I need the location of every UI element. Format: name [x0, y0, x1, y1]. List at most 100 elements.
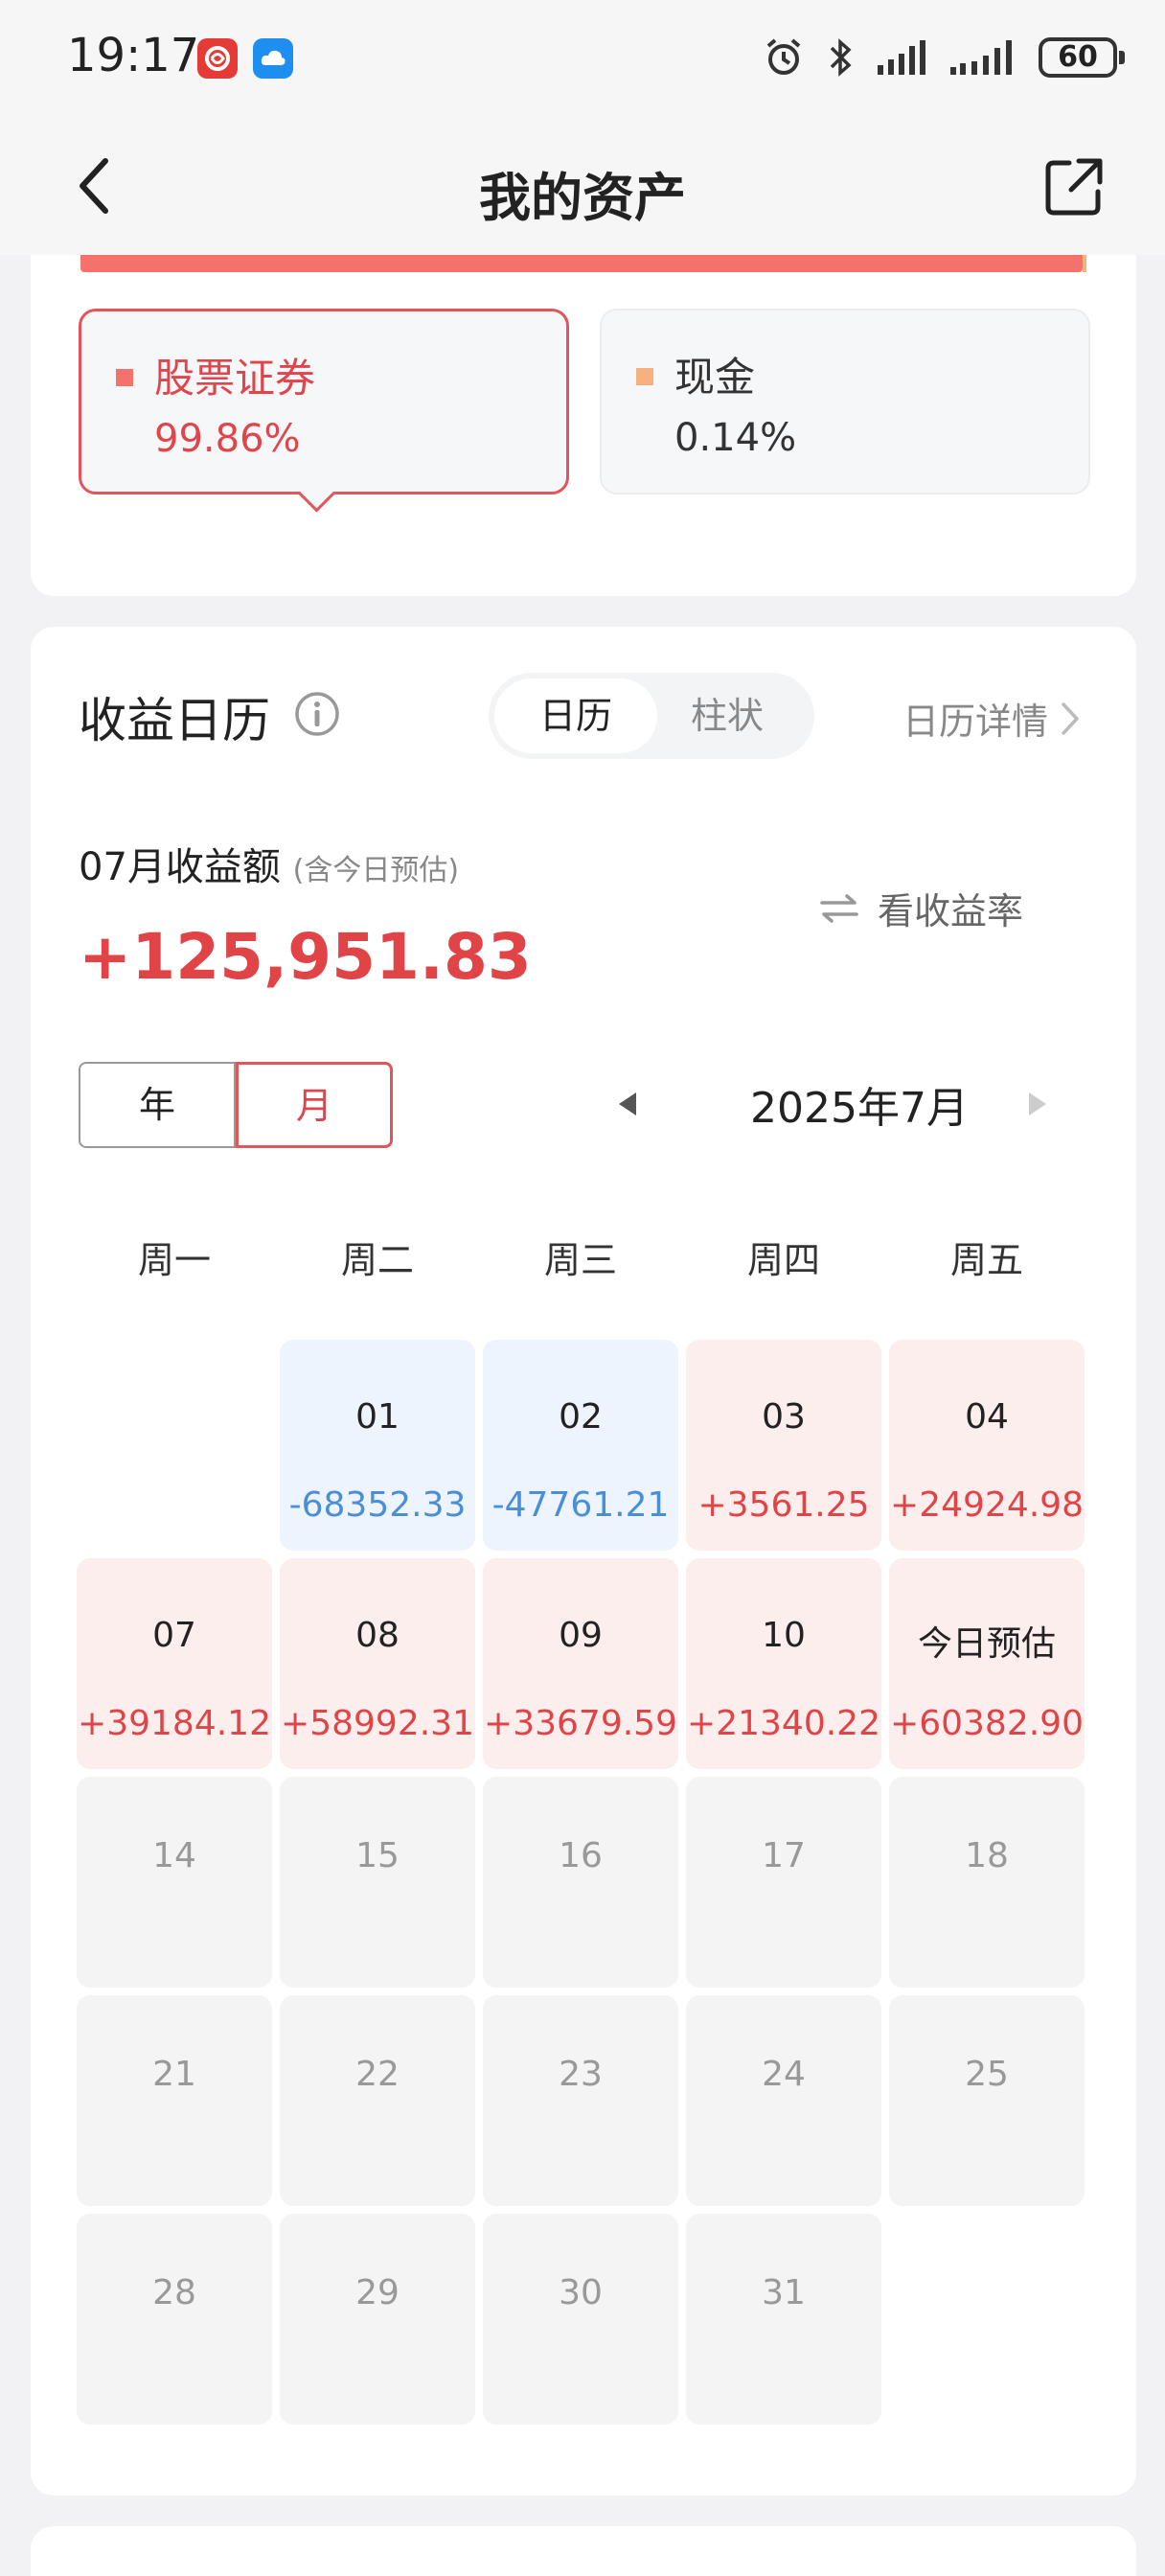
day-label: 10 — [762, 1616, 806, 1655]
calendar-day-cell[interactable]: 23 — [483, 1995, 678, 2206]
calendar-day-cell[interactable]: 22 — [280, 1995, 475, 2206]
calendar-day-cell[interactable]: 28 — [77, 2214, 272, 2425]
calendar-day-cell[interactable]: 08 +58992.31 — [280, 1558, 475, 1769]
view-mode-segment: 日历 柱状 — [489, 673, 814, 759]
calendar-day-cell[interactable]: 02 -47761.21 — [483, 1340, 678, 1551]
security-app-icon — [197, 38, 238, 79]
bluetooth-icon — [830, 38, 852, 77]
signal-icon — [878, 40, 925, 75]
calendar-title: 收益日历 — [79, 693, 270, 748]
day-label: 16 — [559, 1836, 603, 1875]
day-label: 29 — [355, 2273, 400, 2312]
calendar-day-cell[interactable]: 04 +24924.98 — [889, 1340, 1085, 1551]
today-income: +60382.90 — [890, 1704, 1084, 1743]
calendar-day-cell[interactable]: 10 +21340.22 — [686, 1558, 881, 1769]
calendar-day-cell[interactable]: 29 — [280, 2214, 475, 2425]
calendar-day-cell[interactable]: 09 +33679.59 — [483, 1558, 678, 1769]
day-label: 02 — [559, 1397, 603, 1437]
year-month-toggle: 年 月 — [79, 1062, 393, 1148]
status-time: 19:17 — [67, 29, 200, 82]
calendar-day-cell[interactable]: 21 — [77, 1995, 272, 2206]
day-label: 09 — [559, 1616, 603, 1655]
battery-indicator: 60 — [1039, 37, 1125, 78]
day-label: 01 — [355, 1397, 400, 1437]
calendar-day-cell[interactable]: 14 — [77, 1777, 272, 1988]
day-income: +24924.98 — [890, 1485, 1084, 1525]
cloud-app-icon — [253, 38, 293, 79]
tab-calendar[interactable]: 日历 — [494, 678, 657, 753]
month-income-amount: +125,951.83 — [79, 920, 532, 994]
cash-name: 现金 — [674, 354, 756, 401]
allocation-bar-stock — [80, 255, 1083, 272]
day-label: 08 — [355, 1616, 400, 1655]
allocation-bar-cash — [1083, 255, 1086, 272]
toggle-month[interactable]: 月 — [236, 1062, 393, 1148]
status-icons: 60 — [763, 34, 1125, 80]
chevron-right-icon — [1062, 702, 1079, 735]
prev-month-arrow-icon[interactable] — [609, 1085, 648, 1123]
day-label: 15 — [355, 1836, 400, 1875]
today-label: 今日预估 — [917, 1624, 1056, 1664]
weekday-label: 周一 — [137, 1239, 211, 1281]
calendar-day-cell[interactable]: 17 — [686, 1777, 881, 1988]
calendar-day-cell[interactable]: 01 -68352.33 — [280, 1340, 475, 1551]
signal-icon-2 — [950, 40, 1012, 75]
income-calendar-card: 收益日历 日历 柱状 日历详情 07月收益额 (含今日预估) 看收益率 +125… — [31, 627, 1136, 2496]
month-income-label: 07月收益额 (含今日预估) — [79, 836, 459, 891]
cash-pct: 0.14% — [674, 416, 797, 460]
calendar-detail-link[interactable]: 日历详情 — [902, 692, 1083, 745]
day-label: 22 — [355, 2055, 400, 2094]
stock-pct: 99.86% — [154, 417, 301, 461]
calendar-day-cell[interactable]: 18 — [889, 1777, 1085, 1988]
day-label: 07 — [152, 1616, 196, 1655]
swap-icon — [820, 893, 858, 923]
toggle-year[interactable]: 年 — [79, 1062, 236, 1148]
month-income-title: 07月收益额 — [79, 845, 281, 889]
calendar-day-cell[interactable]: 15 — [280, 1777, 475, 1988]
calendar-day-cell[interactable]: 31 — [686, 2214, 881, 2425]
calendar-day-cell[interactable]: 03 +3561.25 — [686, 1340, 881, 1551]
calendar-day-cell[interactable]: 16 — [483, 1777, 678, 1988]
calendar-day-cell[interactable]: 25 — [889, 1995, 1085, 2206]
day-income: +58992.31 — [281, 1704, 474, 1743]
calendar-today-cell[interactable]: 今日预估 +60382.90 — [889, 1558, 1085, 1769]
next-card — [31, 2526, 1136, 2576]
status-bar: 19:17 60 — [0, 0, 1165, 119]
day-label: 24 — [762, 2055, 806, 2094]
day-label: 17 — [762, 1836, 806, 1875]
day-label: 30 — [559, 2273, 603, 2312]
app-header: 我的资产 — [0, 119, 1165, 255]
day-income: -47761.21 — [491, 1485, 670, 1525]
share-external-icon — [1045, 158, 1103, 216]
next-month-arrow-icon[interactable] — [1017, 1085, 1056, 1123]
day-income: +33679.59 — [484, 1704, 677, 1743]
calendar-day-cell[interactable]: 07 +39184.12 — [77, 1558, 272, 1769]
calendar-grid: 01 -68352.33 02 -47761.21 03 +3561.25 04… — [77, 1340, 1092, 2425]
tab-bar[interactable]: 柱状 — [646, 678, 809, 753]
allocation-cash-tile[interactable]: 现金 0.14% — [600, 309, 1090, 494]
day-income: +39184.12 — [78, 1704, 271, 1743]
day-label: 31 — [762, 2273, 806, 2312]
day-label: 28 — [152, 2273, 196, 2312]
stock-color-dot — [116, 369, 133, 386]
month-income-note: (含今日预估) — [292, 854, 460, 887]
allocation-stock-tile[interactable]: 股票证券 99.86% — [79, 309, 569, 494]
day-label: 04 — [965, 1397, 1009, 1437]
day-income: +3561.25 — [697, 1485, 870, 1525]
share-button[interactable] — [1040, 153, 1108, 220]
day-label: 21 — [152, 2055, 196, 2094]
page-title: 我的资产 — [479, 168, 686, 228]
toggle-rate-button[interactable]: 看收益率 — [818, 882, 1023, 934]
day-label: 25 — [965, 2055, 1009, 2094]
day-income: -68352.33 — [288, 1485, 467, 1525]
weekday-label: 周五 — [949, 1239, 1023, 1281]
calendar-day-cell[interactable]: 24 — [686, 1995, 881, 2206]
weekday-header: 周一 周二 周三 周四 周五 — [77, 1230, 1092, 1288]
day-label: 23 — [559, 2055, 603, 2094]
info-icon[interactable] — [293, 690, 341, 738]
allocation-card: 股票证券 99.86% 现金 0.14% — [31, 255, 1136, 596]
calendar-day-cell[interactable]: 30 — [483, 2214, 678, 2425]
toggle-rate-label: 看收益率 — [877, 890, 1023, 932]
day-label: 18 — [965, 1836, 1009, 1875]
current-month: 2025年7月 — [750, 1084, 969, 1133]
